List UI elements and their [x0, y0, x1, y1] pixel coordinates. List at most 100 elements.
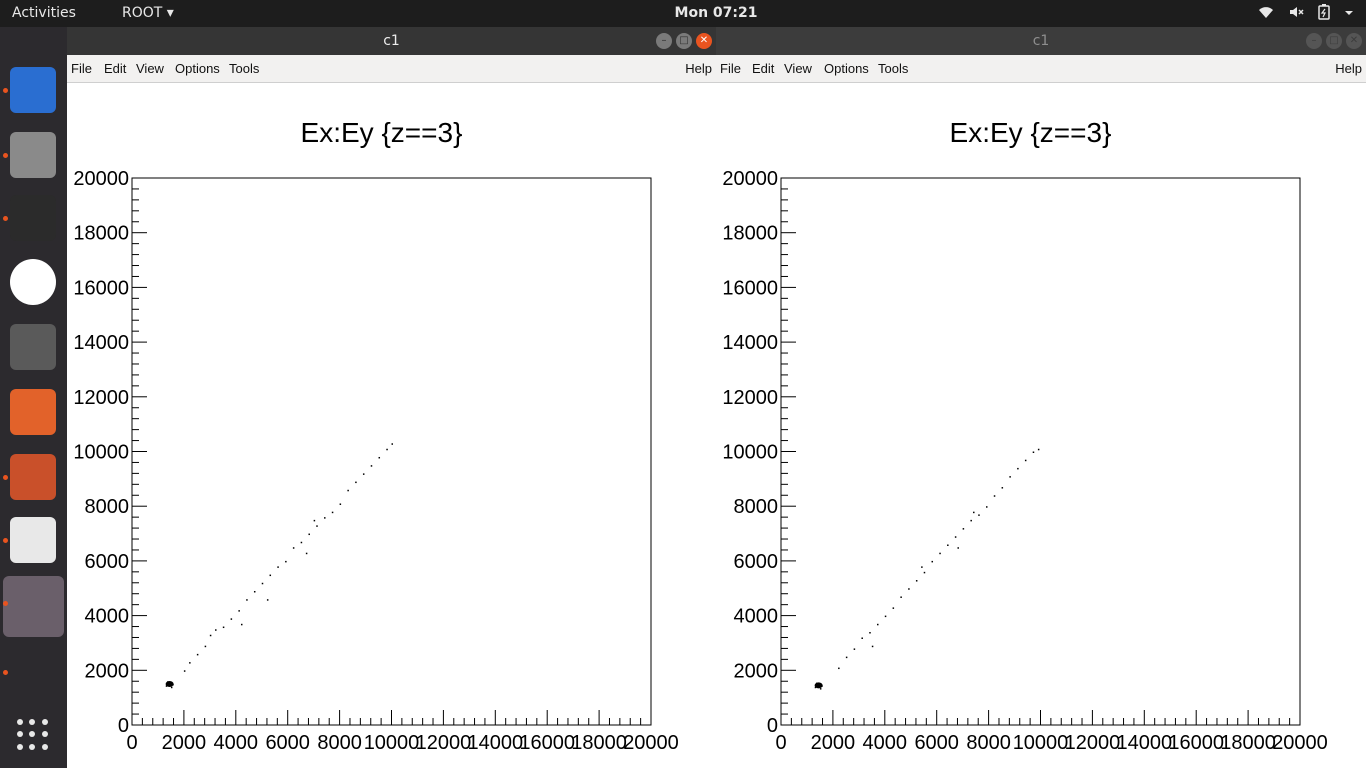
- dock: [0, 27, 67, 768]
- data-point: [884, 615, 887, 618]
- data-point: [915, 580, 918, 582]
- maximize-button[interactable]: □: [676, 33, 692, 49]
- running-indicator: [3, 601, 8, 606]
- data-point: [908, 588, 910, 590]
- data-point: [869, 632, 871, 634]
- data-point: [853, 648, 856, 650]
- data-point: [954, 536, 957, 538]
- minimize-button[interactable]: –: [1306, 33, 1322, 49]
- data-point: [230, 618, 233, 620]
- menu-help[interactable]: Help: [685, 61, 712, 76]
- scatter-plot[interactable]: Ex:Ey {z==3}0 2000 4000 6000 8000 10000120001…: [67, 83, 716, 768]
- menu-tools[interactable]: Tools: [878, 61, 908, 76]
- data-point: [172, 683, 174, 686]
- data-point: [316, 525, 318, 527]
- impress-icon[interactable]: [10, 454, 56, 500]
- x-tick-label: 18000: [1220, 732, 1276, 754]
- y-tick-label: 16000: [722, 277, 778, 299]
- y-tick-label: 4000: [85, 606, 130, 628]
- menu-tools[interactable]: Tools: [229, 61, 259, 76]
- maximize-button[interactable]: □: [1326, 33, 1342, 49]
- x-tick-label: 6000: [265, 732, 310, 754]
- minimize-button[interactable]: –: [656, 33, 672, 49]
- window-titlebar[interactable]: c1 – □ ✕: [716, 27, 1366, 55]
- menu-options[interactable]: Options: [824, 61, 869, 76]
- root-canvas-window-1[interactable]: c1 – □ ✕ File Edit View Options Tools He…: [67, 27, 716, 768]
- data-point: [970, 519, 972, 522]
- x-tick-label: 8000: [317, 732, 362, 754]
- menu-edit[interactable]: Edit: [752, 61, 774, 76]
- terminal-icon[interactable]: [10, 195, 56, 241]
- x-tick-label: 14000: [467, 732, 523, 754]
- data-point: [1024, 459, 1027, 462]
- y-tick-label: 0: [118, 715, 129, 737]
- data-point: [305, 552, 308, 555]
- chart-title: Ex:Ey {z==3}: [301, 117, 463, 148]
- data-point: [978, 514, 980, 516]
- data-point: [170, 686, 173, 689]
- data-point: [215, 629, 217, 631]
- window-titlebar[interactable]: c1 – □ ✕: [67, 27, 716, 55]
- menu-file[interactable]: File: [71, 61, 92, 76]
- x-tick-label: 2000: [811, 732, 856, 754]
- y-tick-label: 16000: [73, 277, 129, 299]
- data-point: [845, 656, 848, 659]
- data-point: [939, 552, 941, 555]
- evince-icon[interactable]: [10, 517, 56, 563]
- y-tick-label: 8000: [734, 496, 779, 518]
- plot-frame: [780, 177, 1301, 726]
- data-point: [339, 503, 342, 505]
- menu-options[interactable]: Options: [175, 61, 220, 76]
- y-tick-label: 4000: [734, 606, 779, 628]
- x-tick-label: 14000: [1116, 732, 1172, 754]
- data-point: [973, 511, 975, 514]
- clock[interactable]: Mon 07:21: [0, 5, 1366, 21]
- data-point: [838, 667, 840, 670]
- x-tick-label: 16000: [1168, 732, 1224, 754]
- data-point: [816, 682, 818, 685]
- menu-view[interactable]: View: [136, 61, 164, 76]
- software-center-icon[interactable]: [10, 389, 56, 435]
- power-menu-icon: [1345, 11, 1353, 15]
- root-app-icon[interactable]: [3, 576, 64, 637]
- y-tick-label: 20000: [722, 168, 778, 190]
- data-point: [246, 599, 248, 601]
- close-button[interactable]: ✕: [1346, 33, 1362, 49]
- close-button[interactable]: ✕: [696, 33, 712, 49]
- menu-file[interactable]: File: [720, 61, 741, 76]
- data-point: [292, 547, 295, 549]
- running-indicator: [3, 88, 8, 93]
- menu-view[interactable]: View: [784, 61, 812, 76]
- data-point: [900, 596, 902, 598]
- files-icon[interactable]: [10, 132, 56, 178]
- scatter-plot[interactable]: Ex:Ey {z==3}0 2000 4000 6000 8000 10000120001…: [716, 83, 1366, 768]
- y-tick-label: 2000: [734, 660, 779, 682]
- data-point: [821, 685, 823, 687]
- y-tick-label: 2000: [85, 660, 130, 682]
- x-tick-label: 12000: [416, 732, 472, 754]
- show-applications-icon[interactable]: [17, 719, 49, 751]
- x-tick-label: 16000: [519, 732, 575, 754]
- data-point: [165, 685, 168, 687]
- x-tick-label: 20000: [623, 732, 679, 754]
- root-canvas-window-2[interactable]: c1 – □ ✕ File Edit View Options Tools He…: [716, 27, 1366, 768]
- x-tick-label: 4000: [214, 732, 258, 754]
- system-tray[interactable]: [1258, 4, 1354, 20]
- menu-edit[interactable]: Edit: [104, 61, 126, 76]
- data-point: [1009, 476, 1011, 478]
- menu-help[interactable]: Help: [1335, 61, 1362, 76]
- slack-icon[interactable]: [10, 259, 56, 305]
- thunderbird-icon[interactable]: [10, 67, 56, 113]
- data-point: [331, 511, 334, 514]
- data-point: [347, 489, 349, 492]
- x-tick-label: 6000: [914, 732, 959, 754]
- data-point: [277, 566, 279, 568]
- data-point: [1032, 451, 1035, 453]
- data-point: [266, 599, 269, 601]
- data-point: [892, 607, 895, 609]
- chart-title: Ex:Ey {z==3}: [950, 117, 1112, 148]
- y-tick-label: 10000: [73, 442, 129, 464]
- y-tick-label: 6000: [85, 551, 130, 573]
- x-tick-label: 10000: [1013, 732, 1069, 754]
- texmaker-icon[interactable]: [10, 324, 56, 370]
